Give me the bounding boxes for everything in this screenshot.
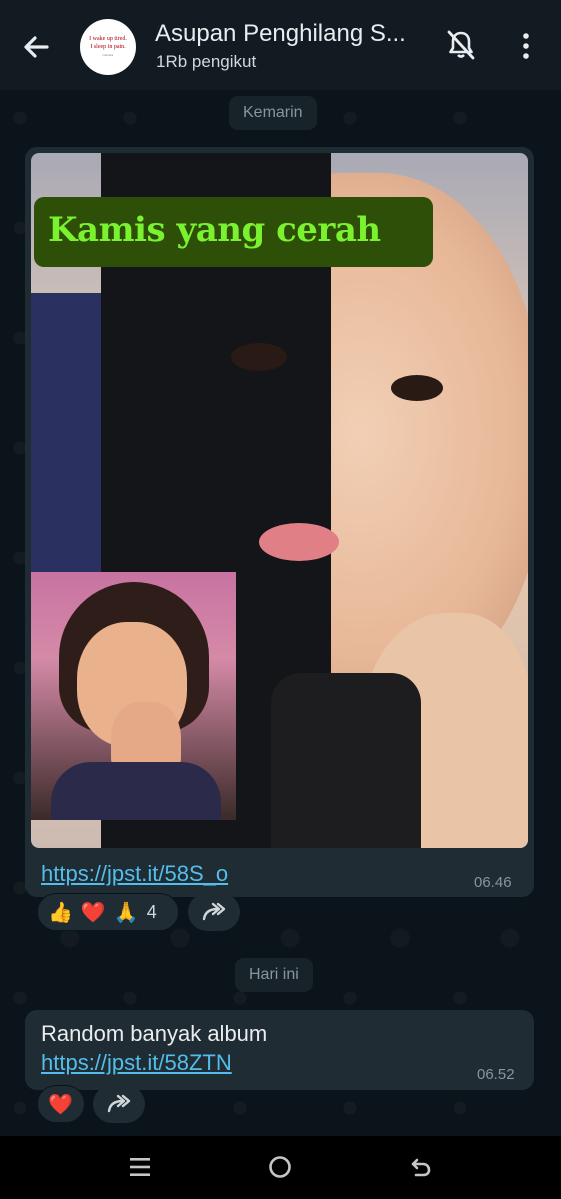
forward-icon [202, 902, 226, 921]
image-overlay-text: Kamis yang cerah [48, 210, 381, 250]
message-1-link[interactable]: https://jpst.it/58S_o [41, 861, 228, 887]
message-image[interactable]: Kamis yang cerah [31, 153, 528, 848]
image-eye-right [391, 375, 443, 401]
avatar-text-line-2: I sleep in pain. [90, 44, 126, 50]
message-1-reactions[interactable]: 👍 ❤️ 🙏 4 [37, 893, 179, 931]
image-shadow [271, 673, 421, 848]
nav-back-button[interactable] [404, 1150, 438, 1184]
mute-bell-icon[interactable] [444, 28, 478, 62]
reaction-thumbs-up-icon: 👍 [48, 901, 73, 924]
inset-shirt [51, 762, 221, 820]
reaction-heart-icon: ❤️ [80, 901, 106, 924]
image-lips [259, 523, 339, 561]
channel-avatar[interactable]: I wake up tired. I sleep in pain. Labrad… [80, 19, 136, 75]
system-navigation-bar [0, 1136, 561, 1199]
nav-home-icon [269, 1156, 291, 1178]
message-2-text: Random banyak album [41, 1021, 268, 1046]
channel-header: I wake up tired. I sleep in pain. Labrad… [0, 0, 561, 90]
nav-recents-icon [130, 1158, 150, 1176]
image-inset-photo [31, 572, 236, 820]
reaction-pray-icon: 🙏 [113, 901, 139, 924]
avatar-text-line-3: Labrador [102, 53, 114, 57]
message-2-time: 06.52 [477, 1066, 515, 1083]
forward-button-2[interactable] [93, 1085, 145, 1123]
follower-count[interactable]: 1Rb pengikut [156, 52, 256, 72]
message-1-time: 06.46 [474, 874, 512, 891]
reaction-count: 4 [146, 901, 157, 922]
forward-button-1[interactable] [188, 893, 240, 931]
reaction-heart-icon: ❤️ [48, 1093, 73, 1116]
message-2-reactions[interactable]: ❤️ [37, 1085, 85, 1123]
nav-home-button[interactable] [263, 1150, 297, 1184]
kebab-menu-icon[interactable] [515, 30, 537, 62]
image-eye-left [231, 343, 287, 371]
date-chip-yesterday: Kemarin [229, 96, 317, 130]
nav-recents-button[interactable] [123, 1150, 157, 1184]
date-chip-today: Hari ini [235, 958, 313, 992]
avatar-text-line-1: I wake up tired. [89, 36, 127, 42]
channel-title[interactable]: Asupan Penghilang S... [155, 20, 427, 48]
back-arrow-icon[interactable] [16, 27, 56, 67]
nav-back-icon [411, 1158, 431, 1177]
forward-icon [107, 1094, 131, 1113]
message-2-link[interactable]: https://jpst.it/58ZTN [41, 1050, 232, 1076]
